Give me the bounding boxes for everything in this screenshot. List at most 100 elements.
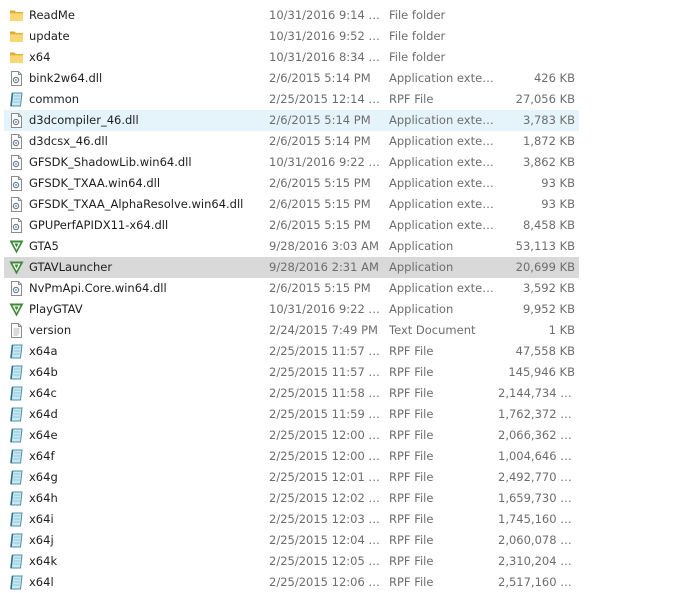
file-name: x64c: [29, 386, 57, 400]
file-date-modified: 10/31/2016 9:14 PM: [269, 8, 385, 22]
file-name: x64k: [29, 554, 58, 568]
file-row[interactable]: common 2/25/2015 12:14 PM RPF File 27,056 K…: [0, 89, 682, 110]
file-type: Application: [389, 239, 454, 253]
file-size: 1,872 KB: [522, 134, 575, 148]
file-name: x64: [29, 50, 51, 64]
rpf-icon: [9, 491, 24, 506]
file-size: 27,056 KB: [515, 92, 575, 106]
file-row[interactable]: d3dcompiler_46.dll 2/6/2015 5:14 PM Applic…: [0, 110, 682, 131]
file-name: x64h: [29, 491, 58, 505]
file-date-modified: 2/6/2015 5:15 PM: [269, 281, 371, 295]
file-name: GFSDK_TXAA_AlphaResolve.win64.dll: [29, 197, 244, 211]
file-type: RPF File: [389, 575, 434, 589]
file-date-modified: 2/6/2015 5:14 PM: [269, 113, 371, 127]
file-row[interactable]: GFSDK_ShadowLib.win64.dll 10/31/2016 9:22…: [0, 152, 682, 173]
file-date-modified: 10/31/2016 9:22 PM: [269, 302, 385, 316]
file-name: PlayGTAV: [29, 302, 83, 316]
file-row[interactable]: bink2w64.dll 2/6/2015 5:14 PM Application …: [0, 68, 682, 89]
file-type: Application extens...: [389, 71, 497, 85]
file-row[interactable]: d3dcsx_46.dll 2/6/2015 5:14 PM Application…: [0, 131, 682, 152]
file-size: 20,699 KB: [515, 260, 575, 274]
file-row[interactable]: GFSDK_TXAA_AlphaResolve.win64.dll 2/6/201…: [0, 194, 682, 215]
rpf-icon: [9, 470, 24, 485]
file-row[interactable]: version 2/24/2015 7:49 PM Text Document 1 K…: [0, 320, 682, 341]
file-date-modified: 2/25/2015 12:05 PM: [269, 554, 385, 568]
file-row[interactable]: x64h 2/25/2015 12:02 PM RPF File 1,659,730 …: [0, 488, 682, 509]
rpf-icon: [9, 407, 24, 422]
file-row[interactable]: x64c 2/25/2015 11:58 AM RPF File 2,144,734 …: [0, 383, 682, 404]
file-size: 1,762,372 KB: [498, 407, 575, 421]
file-row[interactable]: PlayGTAV 10/31/2016 9:22 PM Application 9,9…: [0, 299, 682, 320]
file-size: 2,144,734 KB: [498, 386, 575, 400]
file-row[interactable]: NvPmApi.Core.win64.dll 2/6/2015 5:15 PM Ap…: [0, 278, 682, 299]
file-size: 145,946 KB: [508, 365, 575, 379]
gta-app-icon: [9, 239, 24, 254]
file-date-modified: 2/25/2015 12:04 PM: [269, 533, 385, 547]
file-size: 2,492,770 KB: [498, 470, 575, 484]
file-row[interactable]: x64k 2/25/2015 12:05 PM RPF File 2,310,204 …: [0, 551, 682, 572]
file-name: x64g: [29, 470, 58, 484]
rpf-icon: [9, 365, 24, 380]
file-row[interactable]: x64f 2/25/2015 12:00 PM RPF File 1,004,646 …: [0, 446, 682, 467]
rpf-icon: [9, 428, 24, 443]
file-type: RPF File: [389, 512, 434, 526]
file-row[interactable]: GFSDK_TXAA.win64.dll 2/6/2015 5:15 PM Appl…: [0, 173, 682, 194]
file-type: Application extens...: [389, 218, 497, 232]
file-name: GTAVLauncher: [29, 260, 113, 274]
file-size: 8,458 KB: [522, 218, 575, 232]
file-size: 2,310,204 KB: [498, 554, 575, 568]
dll-icon: [9, 218, 24, 233]
file-date-modified: 10/31/2016 9:22 PM: [269, 155, 385, 169]
file-name: NvPmApi.Core.win64.dll: [29, 281, 167, 295]
file-row[interactable]: x64i 2/25/2015 12:03 PM RPF File 1,745,160 …: [0, 509, 682, 530]
file-type: Application: [389, 260, 454, 274]
file-date-modified: 2/25/2015 12:01 PM: [269, 470, 385, 484]
file-size: 2,517,160 KB: [498, 575, 575, 589]
file-row[interactable]: GTAVLauncher 9/28/2016 2:31 AM Application…: [0, 257, 682, 278]
file-name: GFSDK_TXAA.win64.dll: [29, 176, 161, 190]
file-date-modified: 2/25/2015 12:14 PM: [269, 92, 385, 106]
file-type: RPF File: [389, 92, 434, 106]
file-name: x64l: [29, 575, 54, 589]
file-row[interactable]: x64l 2/25/2015 12:06 PM RPF File 2,517,160 …: [0, 572, 682, 593]
file-size: 1,659,730 KB: [498, 491, 575, 505]
file-row[interactable]: x64b 2/25/2015 11:57 AM RPF File 145,946 KB: [0, 362, 682, 383]
file-date-modified: 2/25/2015 11:57 AM: [269, 365, 385, 379]
file-type: Text Document: [389, 323, 476, 337]
file-name: x64e: [29, 428, 58, 442]
file-type: RPF File: [389, 344, 434, 358]
file-type: RPF File: [389, 491, 434, 505]
file-size: 2,066,362 KB: [498, 428, 575, 442]
file-row[interactable]: GTA5 9/28/2016 3:03 AM Application 53,113 K…: [0, 236, 682, 257]
file-type: File folder: [389, 29, 446, 43]
file-date-modified: 2/6/2015 5:15 PM: [269, 218, 371, 232]
file-row[interactable]: GPUPerfAPIDX11-x64.dll 2/6/2015 5:15 PM Ap…: [0, 215, 682, 236]
file-name: x64a: [29, 344, 58, 358]
folder-icon: [9, 50, 24, 65]
file-name: common: [29, 92, 80, 106]
file-date-modified: 2/25/2015 12:00 PM: [269, 449, 385, 463]
file-row[interactable]: x64 10/31/2016 8:34 PM File folder: [0, 47, 682, 68]
rpf-icon: [9, 554, 24, 569]
file-row[interactable]: ReadMe 10/31/2016 9:14 PM File folder: [0, 5, 682, 26]
dll-icon: [9, 155, 24, 170]
file-size: 1 KB: [548, 323, 575, 337]
text-document-icon: [9, 323, 24, 338]
folder-icon: [9, 29, 24, 44]
file-row[interactable]: x64d 2/25/2015 11:59 AM RPF File 1,762,372 …: [0, 404, 682, 425]
file-date-modified: 2/24/2015 7:49 PM: [269, 323, 378, 337]
file-size: 9,952 KB: [522, 302, 575, 316]
file-size: 1,004,646 KB: [498, 449, 575, 463]
file-row[interactable]: x64g 2/25/2015 12:01 PM RPF File 2,492,770 …: [0, 467, 682, 488]
file-row[interactable]: x64j 2/25/2015 12:04 PM RPF File 2,060,078 …: [0, 530, 682, 551]
file-name: x64b: [29, 365, 58, 379]
file-row[interactable]: update 10/31/2016 9:52 PM File folder: [0, 26, 682, 47]
file-date-modified: 2/25/2015 11:57 AM: [269, 344, 385, 358]
file-size: 3,862 KB: [522, 155, 575, 169]
file-name: version: [29, 323, 72, 337]
file-row[interactable]: x64a 2/25/2015 11:57 AM RPF File 47,558 KB: [0, 341, 682, 362]
gta-app-icon: [9, 302, 24, 317]
rpf-icon: [9, 449, 24, 464]
file-row[interactable]: x64e 2/25/2015 12:00 PM RPF File 2,066,362 …: [0, 425, 682, 446]
file-name: d3dcompiler_46.dll: [29, 113, 139, 127]
